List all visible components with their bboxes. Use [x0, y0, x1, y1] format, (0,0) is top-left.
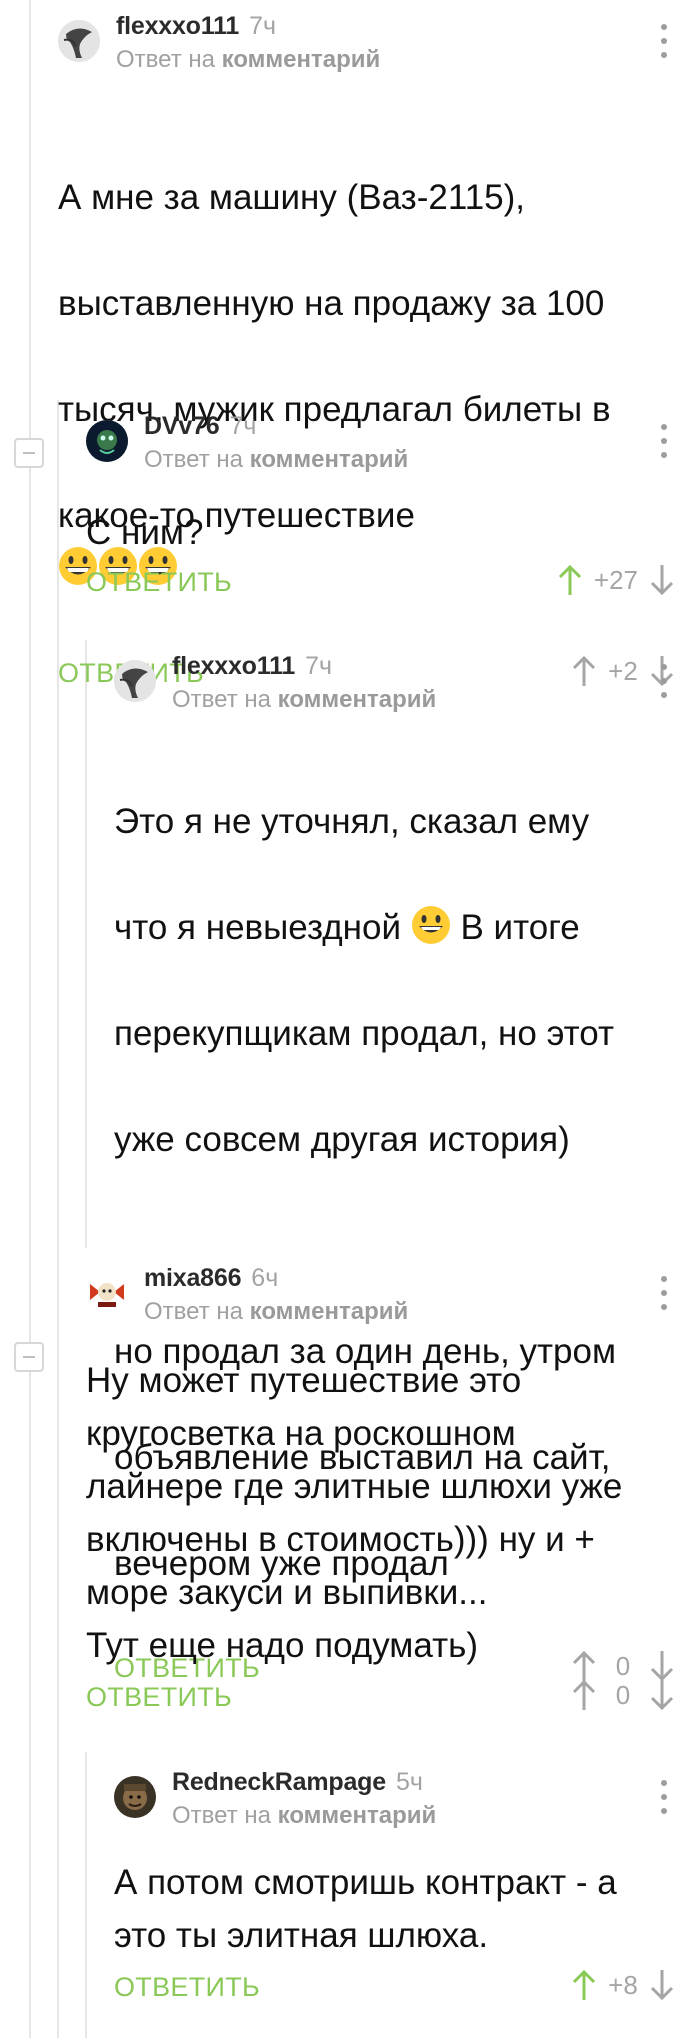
comment-text: Ну может путешествие это кругосветка на …: [86, 1361, 623, 1665]
more-options-icon[interactable]: [652, 424, 676, 458]
reply-to-link[interactable]: Ответ на комментарий: [172, 686, 436, 714]
reply-to-link[interactable]: Ответ на комментарий: [172, 1802, 436, 1830]
reply-to-link[interactable]: Ответ на комментарий: [144, 446, 408, 474]
rating-count: +27: [593, 564, 638, 595]
comment-time: 7ч: [229, 412, 257, 440]
username[interactable]: DVv76: [144, 412, 220, 441]
rating-count: +8: [608, 1969, 638, 2000]
grinning-emoji-icon: [411, 906, 450, 944]
thread-line-level-3: [85, 640, 87, 1248]
username[interactable]: mixa866: [144, 1264, 241, 1293]
thread-line-level-1: [29, 0, 31, 2038]
downvote-arrow-icon[interactable]: [648, 1968, 676, 2002]
more-options-icon[interactable]: [652, 664, 676, 698]
username[interactable]: flexxxo111: [172, 652, 295, 681]
username[interactable]: flexxxo111: [116, 12, 239, 41]
comment: mixa866 6ч Ответ на комментарий Ну может…: [86, 1264, 676, 1724]
avatar[interactable]: [58, 20, 100, 62]
avatar[interactable]: [86, 1272, 128, 1314]
avatar[interactable]: [114, 660, 156, 702]
upvote-arrow-icon[interactable]: [556, 563, 584, 597]
avatar[interactable]: [86, 420, 128, 462]
reply-button[interactable]: ОТВЕТИТЬ: [114, 1972, 260, 2003]
reply-to-link[interactable]: Ответ на комментарий: [144, 1298, 408, 1326]
downvote-arrow-icon[interactable]: [648, 1678, 676, 1712]
more-options-icon[interactable]: [652, 1780, 676, 1814]
downvote-arrow-icon[interactable]: [648, 563, 676, 597]
comment-time: 7ч: [249, 12, 277, 40]
comment-time: 5ч: [395, 1768, 423, 1796]
comment-text: А потом смотришь контракт - а это ты эли…: [114, 1863, 617, 1955]
collapse-thread-button[interactable]: [14, 438, 44, 468]
upvote-arrow-icon[interactable]: [570, 1968, 598, 2002]
more-options-icon[interactable]: [652, 1276, 676, 1310]
comment-time: 6ч: [251, 1264, 279, 1292]
rating-count: 0: [615, 1679, 631, 1710]
reply-button[interactable]: ОТВЕТИТЬ: [86, 567, 232, 598]
reply-to-link[interactable]: Ответ на комментарий: [116, 46, 380, 74]
thread-line-level-3b: [85, 1752, 87, 2038]
username[interactable]: RedneckRampage: [172, 1768, 386, 1797]
avatar[interactable]: [114, 1776, 156, 1818]
comment-time: 7ч: [305, 652, 333, 680]
more-options-icon[interactable]: [652, 24, 676, 58]
comment: RedneckRampage 5ч Ответ на комментарий А…: [114, 1768, 676, 2014]
reply-button[interactable]: ОТВЕТИТЬ: [86, 1682, 232, 1713]
comment-text: С ним?: [86, 513, 204, 552]
upvote-arrow-icon[interactable]: [570, 1678, 598, 1712]
collapse-thread-button[interactable]: [14, 1342, 44, 1372]
comment: DVv76 7ч Ответ на комментарий С ним? ОТВ…: [86, 412, 676, 609]
